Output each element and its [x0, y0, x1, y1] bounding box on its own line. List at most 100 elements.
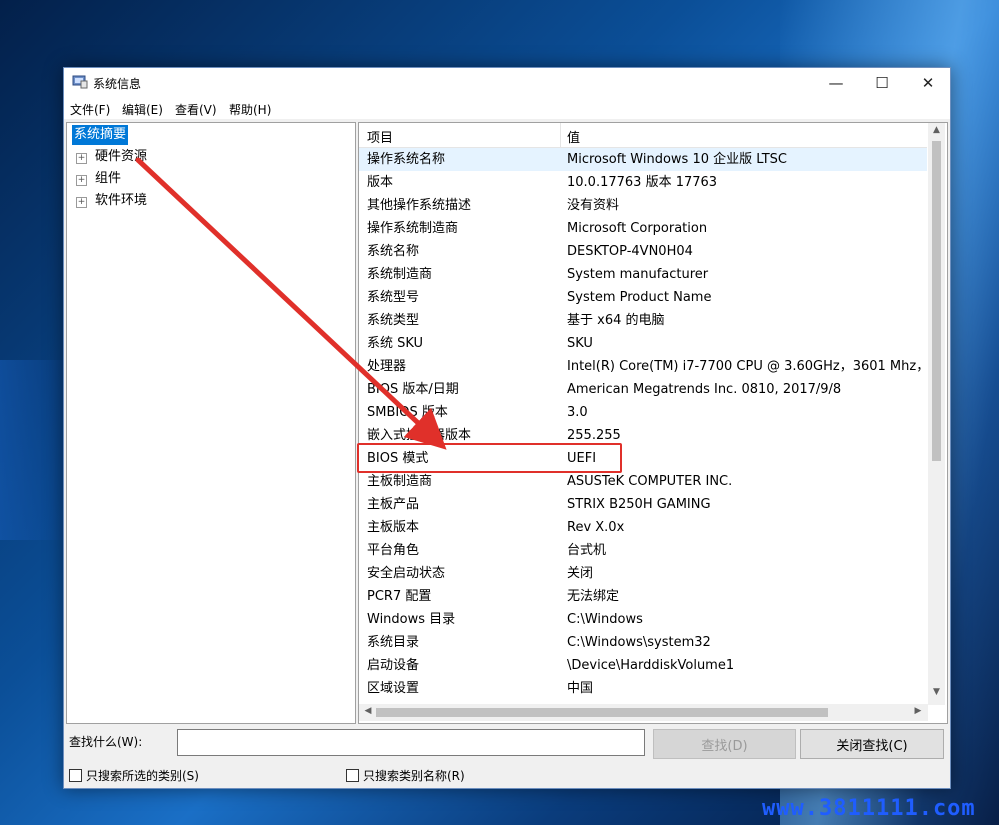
vertical-scrollbar[interactable]: ▲ ▼	[928, 123, 945, 705]
column-header-item[interactable]: 项目	[367, 127, 393, 146]
search-category-names-checkbox[interactable]: 只搜索类别名称(R)	[346, 767, 465, 783]
row-value-cell: C:\Windows\system32	[567, 635, 711, 650]
row-item-cell: BIOS 版本/日期	[367, 382, 459, 397]
row-item-cell: 系统制造商	[367, 267, 433, 282]
row-item-cell: 处理器	[367, 359, 407, 374]
list-row[interactable]: 主板产品 STRIX B250H GAMING	[359, 493, 927, 516]
row-value-cell: American Megatrends Inc. 0810, 2017/9/8	[567, 382, 842, 397]
row-item-cell: 主板版本	[367, 520, 420, 535]
row-value-cell: C:\Windows	[567, 612, 643, 627]
list-row[interactable]: 系统类型 基于 x64 的电脑	[359, 309, 927, 332]
list-row[interactable]: 操作系统名称 Microsoft Windows 10 企业版 LTSC	[359, 148, 927, 171]
row-item-cell: 系统 SKU	[367, 336, 424, 351]
row-value-cell: STRIX B250H GAMING	[567, 497, 711, 512]
row-value-cell: ASUSTeK COMPUTER INC.	[567, 474, 733, 489]
horizontal-scroll-thumb[interactable]	[376, 708, 828, 717]
list-row[interactable]: 主板版本 Rev X.0x	[359, 516, 927, 539]
watermark-text: www.3811111.com	[762, 796, 976, 821]
row-item-cell: 区域设置	[367, 681, 420, 696]
row-item-cell: SMBIOS 版本	[367, 405, 448, 420]
close-find-button[interactable]: 关闭查找(C)	[800, 729, 944, 759]
list-row[interactable]: PCR7 配置 无法绑定	[359, 585, 927, 608]
menu-help[interactable]: 帮助(H)	[229, 101, 271, 118]
row-value-cell: DESKTOP-4VN0H04	[567, 244, 693, 259]
expand-plus-icon[interactable]: +	[76, 175, 87, 186]
row-value-cell: 基于 x64 的电脑	[567, 313, 665, 328]
list-row[interactable]: BIOS 版本/日期 American Megatrends Inc. 0810,…	[359, 378, 927, 401]
vertical-scroll-thumb[interactable]	[932, 141, 941, 461]
row-value-cell: System Product Name	[567, 290, 712, 305]
row-value-cell: 10.0.17763 版本 17763	[567, 175, 718, 190]
list-row[interactable]: 版本 10.0.17763 版本 17763	[359, 171, 927, 194]
row-value-cell: 台式机	[567, 543, 607, 558]
row-item-cell: 其他操作系统描述	[367, 198, 472, 213]
system-info-app-icon	[72, 75, 88, 89]
row-value-cell: 没有资料	[567, 198, 620, 213]
window-title: 系统信息	[93, 77, 142, 91]
row-item-cell: Windows 目录	[367, 612, 456, 627]
tree-item-system-summary[interactable]: 系统摘要	[72, 125, 129, 145]
find-what-label: 查找什么(W):	[69, 735, 143, 749]
tree-item-software-environment[interactable]: 软件环境	[95, 191, 147, 211]
expand-plus-icon[interactable]: +	[76, 197, 87, 208]
checkbox-label: 只搜索类别名称(R)	[363, 769, 465, 783]
tree-item-hardware-resources[interactable]: 硬件资源	[95, 147, 147, 167]
list-row[interactable]: 平台角色 台式机	[359, 539, 927, 562]
minimize-button[interactable]: —	[813, 68, 859, 98]
row-value-cell: Intel(R) Core(TM) i7-7700 CPU @ 3.60GHz，…	[567, 359, 927, 374]
list-row[interactable]: 区域设置 中国	[359, 677, 927, 700]
list-row[interactable]: 系统目录 C:\Windows\system32	[359, 631, 927, 654]
list-row[interactable]: 系统名称 DESKTOP-4VN0H04	[359, 240, 927, 263]
list-row[interactable]: 处理器 Intel(R) Core(TM) i7-7700 CPU @ 3.60G…	[359, 355, 927, 378]
checkbox-box[interactable]	[346, 769, 359, 782]
column-header-value[interactable]: 值	[567, 127, 580, 146]
list-row[interactable]: Windows 目录 C:\Windows	[359, 608, 927, 631]
list-row[interactable]: 启动设备 \Device\HarddiskVolume1	[359, 654, 927, 677]
row-item-cell: 主板产品	[367, 497, 420, 512]
scroll-down-arrow-icon[interactable]: ▼	[928, 687, 945, 701]
horizontal-scrollbar[interactable]: ◀ ▶	[359, 704, 928, 721]
row-item-cell: 系统名称	[367, 244, 420, 259]
title-bar[interactable]: 系统信息 — ☐ ✕	[64, 68, 950, 98]
menu-file[interactable]: 文件(F)	[70, 101, 110, 118]
list-row[interactable]: 系统型号 System Product Name	[359, 286, 927, 309]
system-info-window: 系统信息 — ☐ ✕ 文件(F) 编辑(E) 查看(V) 帮助(H) 系统摘要 …	[63, 67, 951, 789]
menu-bar: 文件(F) 编辑(E) 查看(V) 帮助(H)	[64, 98, 950, 119]
maximize-button[interactable]: ☐	[859, 68, 905, 98]
tree-item-components[interactable]: 组件	[95, 169, 121, 189]
row-value-cell: SKU	[567, 336, 593, 351]
row-item-cell: 系统型号	[367, 290, 420, 305]
list-row[interactable]: 系统制造商 System manufacturer	[359, 263, 927, 286]
menu-edit[interactable]: 编辑(E)	[122, 101, 163, 118]
row-item-cell: 启动设备	[367, 658, 420, 673]
row-item-cell: PCR7 配置	[367, 589, 432, 604]
list-row[interactable]: 其他操作系统描述 没有资料	[359, 194, 927, 217]
row-item-cell: 平台角色	[367, 543, 420, 558]
scroll-left-arrow-icon[interactable]: ◀	[361, 706, 375, 720]
find-button[interactable]: 查找(D)	[653, 729, 796, 759]
column-divider[interactable]	[560, 123, 561, 147]
menu-view[interactable]: 查看(V)	[175, 101, 217, 118]
list-rows: 操作系统名称 Microsoft Windows 10 企业版 LTSC 版本 10.…	[359, 148, 927, 703]
find-what-input[interactable]	[177, 729, 645, 756]
scroll-up-arrow-icon[interactable]: ▲	[928, 125, 945, 139]
row-value-cell: 无法绑定	[567, 589, 620, 604]
list-row[interactable]: 主板制造商 ASUSTeK COMPUTER INC.	[359, 470, 927, 493]
checkbox-box[interactable]	[69, 769, 82, 782]
list-row[interactable]: 系统 SKU SKU	[359, 332, 927, 355]
scroll-right-arrow-icon[interactable]: ▶	[911, 706, 925, 720]
desktop-light-left	[0, 360, 70, 540]
row-item-cell: 操作系统制造商	[367, 221, 459, 236]
list-row[interactable]: SMBIOS 版本 3.0	[359, 401, 927, 424]
row-value-cell: 中国	[567, 681, 594, 696]
row-item-cell: 系统类型	[367, 313, 420, 328]
category-tree: 系统摘要 + 硬件资源 + 组件 + 软件环境	[66, 122, 356, 724]
expand-plus-icon[interactable]: +	[76, 153, 87, 164]
list-row[interactable]: 操作系统制造商 Microsoft Corporation	[359, 217, 927, 240]
list-header: 项目 值	[359, 123, 927, 148]
list-row[interactable]: 安全启动状态 关闭	[359, 562, 927, 585]
annotation-highlight-box	[357, 443, 622, 473]
row-value-cell: Microsoft Windows 10 企业版 LTSC	[567, 152, 787, 167]
search-selected-category-checkbox[interactable]: 只搜索所选的类别(S)	[69, 767, 199, 783]
close-button[interactable]: ✕	[905, 68, 950, 98]
